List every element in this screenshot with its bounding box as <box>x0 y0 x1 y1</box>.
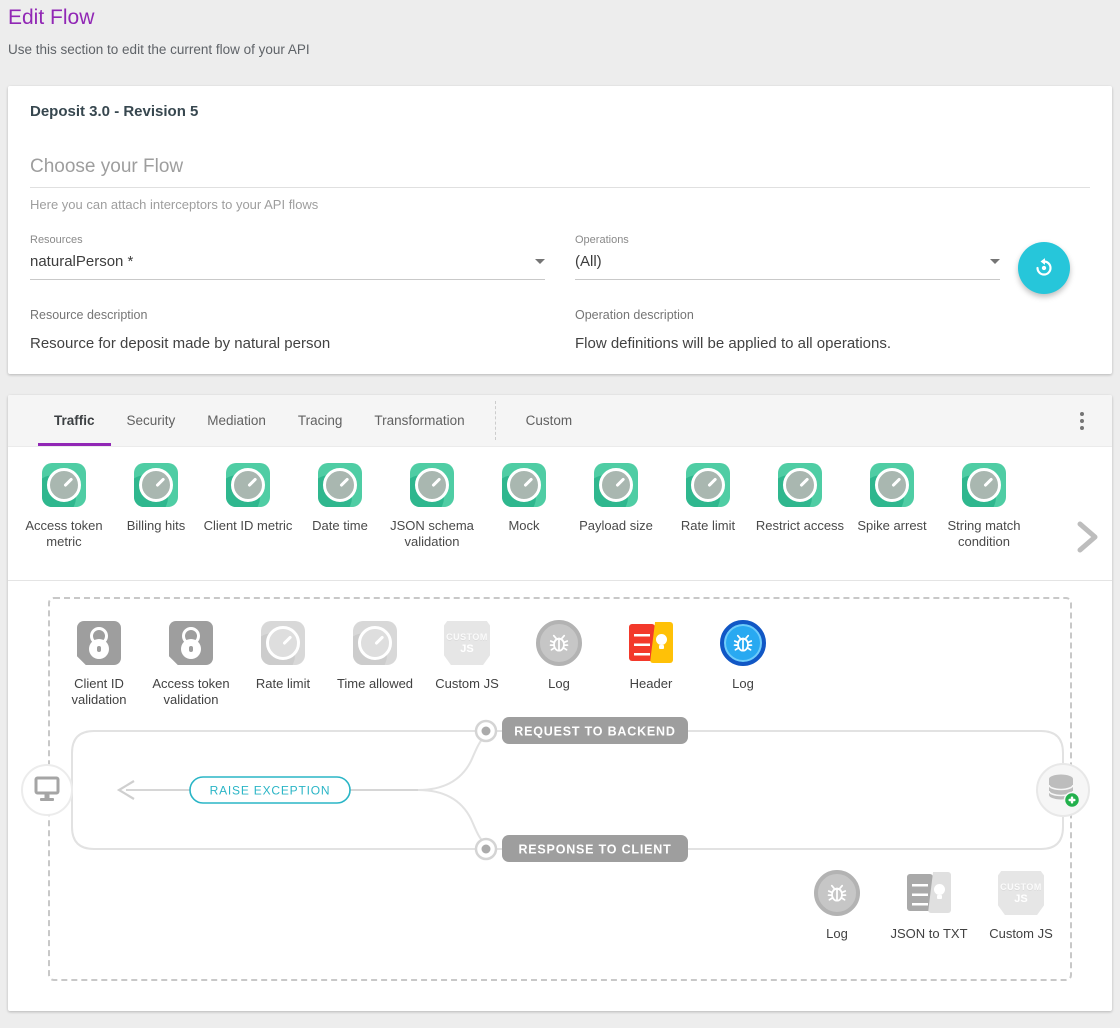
gauge-icon <box>42 463 86 507</box>
bug-icon-blue <box>720 620 766 666</box>
gauge-icon <box>686 463 730 507</box>
tray-item-billing-hits[interactable]: Billing hits <box>110 463 202 534</box>
request-interceptors-row: Client ID validation Access token valida… <box>53 619 789 709</box>
tray-item-mock[interactable]: Mock <box>478 463 570 534</box>
flow-item-json-to-txt[interactable]: JSON to TXT <box>883 869 975 942</box>
tab-mediation[interactable]: Mediation <box>191 395 282 446</box>
gauge-icon <box>318 463 362 507</box>
operations-label: Operations <box>575 234 1000 246</box>
resources-value: naturalPerson * <box>30 253 133 270</box>
flow-item-client-id-validation[interactable]: Client ID validation <box>53 619 145 709</box>
caret-down-icon <box>990 259 1000 264</box>
lock-icon <box>169 621 213 665</box>
page-header: Edit Flow Use this section to edit the c… <box>0 0 1120 57</box>
flow-diagram: REQUEST TO BACKEND RESPONSE TO CLIENT RA… <box>8 581 1112 1011</box>
client-monitor-icon <box>22 765 72 815</box>
tab-transformation[interactable]: Transformation <box>358 395 480 446</box>
gauge-icon <box>594 463 638 507</box>
flow-editor-card: Traffic Security Mediation Tracing Trans… <box>8 395 1112 1011</box>
lock-icon <box>77 621 121 665</box>
gauge-icon <box>410 463 454 507</box>
custom-js-icon: CUSTOMJS <box>444 621 490 665</box>
gauge-icon-disabled <box>261 621 305 665</box>
tab-security[interactable]: Security <box>111 395 192 446</box>
flow-item-time-allowed[interactable]: Time allowed <box>329 619 421 709</box>
tray-item-client-id-metric[interactable]: Client ID metric <box>202 463 294 534</box>
tray-item-rate-limit[interactable]: Rate limit <box>662 463 754 534</box>
kebab-menu-icon[interactable] <box>1072 404 1092 438</box>
interceptor-tray: Access token metric Billing hits Client … <box>8 447 1112 581</box>
tray-item-date-time[interactable]: Date time <box>294 463 386 534</box>
tab-custom[interactable]: Custom <box>510 395 589 446</box>
flow-item-response-log[interactable]: Log <box>791 869 883 942</box>
request-flow-label: REQUEST TO BACKEND <box>514 725 675 739</box>
resources-select[interactable]: naturalPerson * <box>30 253 545 280</box>
bug-icon-gray <box>536 620 582 666</box>
flow-item-access-token-validation[interactable]: Access token validation <box>145 619 237 709</box>
operations-select[interactable]: (All) <box>575 253 1000 280</box>
custom-js-icon: CUSTOMJS <box>998 871 1044 915</box>
restore-icon <box>1031 255 1057 281</box>
tray-item-access-token-metric[interactable]: Access token metric <box>18 463 110 551</box>
page-subtitle: Use this section to edit the current flo… <box>8 42 1112 57</box>
tab-traffic[interactable]: Traffic <box>38 395 111 446</box>
tray-item-string-match-condition[interactable]: String match condition <box>938 463 1030 551</box>
response-flow-label: RESPONSE TO CLIENT <box>518 843 671 857</box>
choose-flow-heading: Choose your Flow <box>30 156 1090 188</box>
resource-description-value: Resource for deposit made by natural per… <box>30 335 545 352</box>
backend-database-add-icon[interactable] <box>1037 764 1089 816</box>
json-to-txt-icon <box>906 871 952 915</box>
gauge-icon <box>134 463 178 507</box>
exception-branch-top <box>418 737 485 790</box>
page-title: Edit Flow <box>8 6 1112 30</box>
gauge-icon-disabled <box>353 621 397 665</box>
interceptor-tab-bar: Traffic Security Mediation Tracing Trans… <box>8 395 1112 447</box>
header-icon <box>628 621 674 665</box>
caret-down-icon <box>535 259 545 264</box>
raise-exception-label: RAISE EXCEPTION <box>210 784 331 798</box>
gauge-icon <box>778 463 822 507</box>
exception-branch-bottom <box>418 790 485 843</box>
bug-icon-gray <box>814 870 860 916</box>
operation-description-label: Operation description <box>575 308 1000 322</box>
restore-flow-button[interactable] <box>1018 242 1070 294</box>
tray-item-restrict-access[interactable]: Restrict access <box>754 463 846 534</box>
choose-flow-hint: Here you can attach interceptors to your… <box>30 197 1090 212</box>
api-revision-title: Deposit 3.0 - Revision 5 <box>30 103 1090 120</box>
tray-item-json-schema-validation[interactable]: JSON schema validation <box>386 463 478 551</box>
flow-item-header[interactable]: Header <box>605 619 697 709</box>
resource-description-label: Resource description <box>30 308 545 322</box>
gauge-icon <box>226 463 270 507</box>
gauge-icon <box>870 463 914 507</box>
operation-description-value: Flow definitions will be applied to all … <box>575 335 1000 352</box>
gauge-icon <box>962 463 1006 507</box>
flow-select-card: Deposit 3.0 - Revision 5 Choose your Flo… <box>8 86 1112 374</box>
tray-item-payload-size[interactable]: Payload size <box>570 463 662 534</box>
resources-label: Resources <box>30 234 545 246</box>
tray-item-spike-arrest[interactable]: Spike arrest <box>846 463 938 534</box>
flow-item-log-gray[interactable]: Log <box>513 619 605 709</box>
gauge-icon <box>502 463 546 507</box>
response-interceptors-row: Log JSON to TXT CUSTOMJS Custom JS <box>791 869 1067 942</box>
flow-item-log-blue[interactable]: Log <box>697 619 789 709</box>
tab-divider <box>495 401 496 440</box>
operations-value: (All) <box>575 253 602 270</box>
flow-item-custom-js[interactable]: CUSTOMJS Custom JS <box>421 619 513 709</box>
chevron-right-icon[interactable] <box>1074 520 1100 554</box>
flow-item-rate-limit[interactable]: Rate limit <box>237 619 329 709</box>
flow-item-response-custom-js[interactable]: CUSTOMJS Custom JS <box>975 869 1067 942</box>
tab-tracing[interactable]: Tracing <box>282 395 359 446</box>
